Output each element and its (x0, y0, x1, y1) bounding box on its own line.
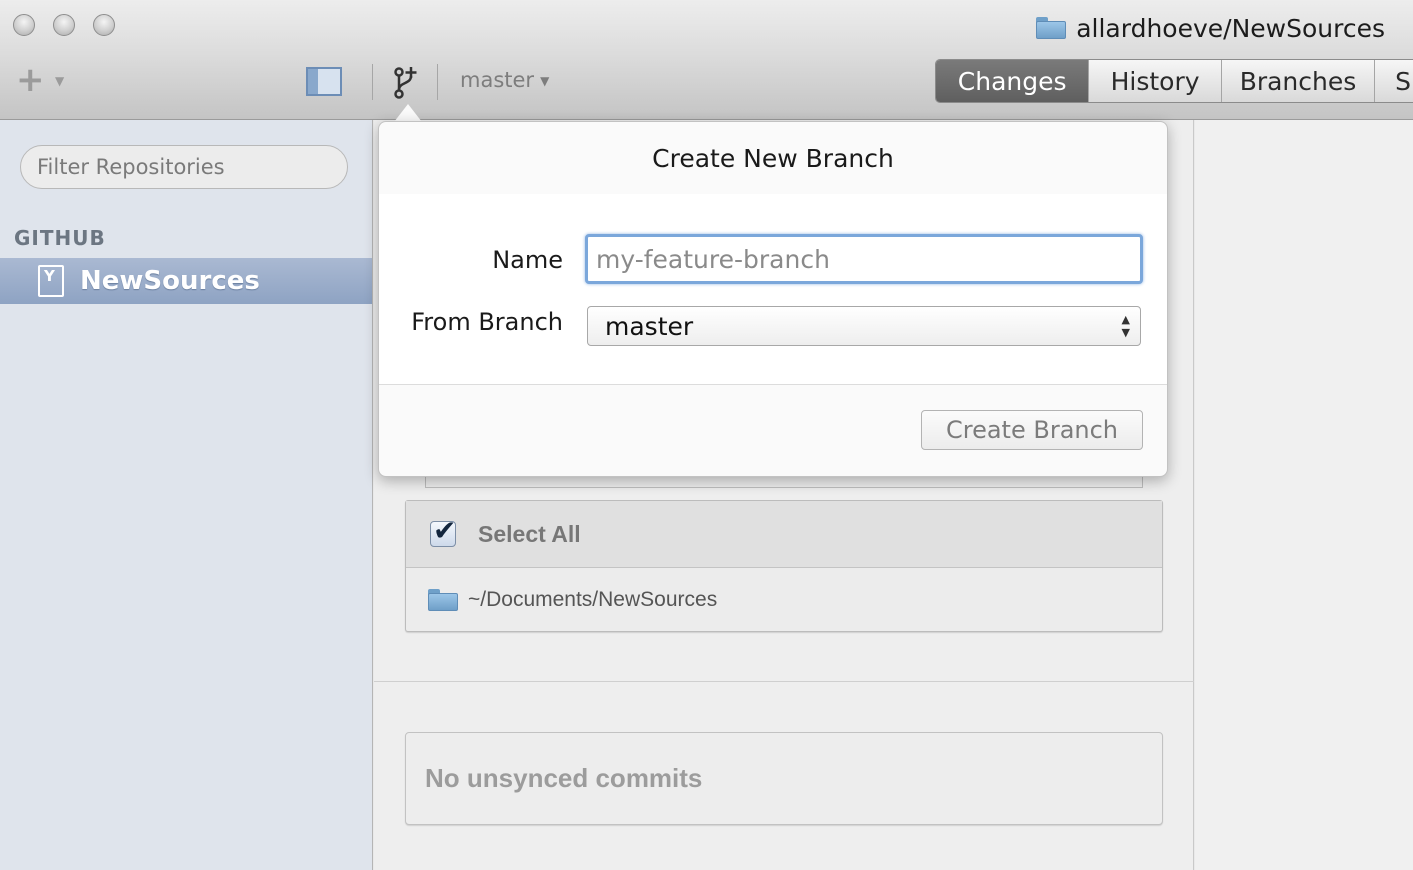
folder-icon (428, 589, 458, 611)
select-all-checkbox[interactable] (430, 514, 456, 547)
tab-branches[interactable]: Branches (1222, 60, 1376, 102)
name-label: Name (492, 246, 563, 274)
sidebar-pane-icon (308, 69, 318, 94)
toggle-sidebar-button[interactable] (306, 67, 342, 96)
sidebar: GITHUB NewSources (0, 120, 373, 870)
branch-name-input[interactable] (585, 234, 1143, 284)
unsynced-commits-label: No unsynced commits (425, 763, 703, 793)
sidebar-item-label: NewSources (80, 266, 260, 296)
tab-settings[interactable]: S (1375, 60, 1413, 102)
unsynced-commits-box: No unsynced commits (405, 732, 1163, 825)
select-all-row[interactable]: Select All (406, 501, 1162, 568)
filter-repositories-input[interactable] (20, 145, 348, 189)
repo-title-text: allardhoeve/NewSources (1076, 13, 1385, 43)
folder-icon (1036, 17, 1067, 39)
branch-icon[interactable] (392, 64, 422, 100)
popover-form: Name From Branch master ▲▼ (379, 194, 1167, 385)
detail-panel (1195, 120, 1413, 870)
window-toolbar: allardhoeve/NewSources + ▼ master ▼ Chang… (0, 0, 1413, 120)
close-window-button[interactable] (13, 14, 35, 36)
changed-files-list: Select All ~/Documents/NewSources (405, 500, 1163, 632)
from-branch-value: master (605, 311, 694, 341)
select-all-label: Select All (478, 520, 581, 547)
zoom-window-button[interactable] (93, 14, 115, 36)
repository-icon (38, 265, 64, 297)
file-path: ~/Documents/NewSources (468, 588, 718, 611)
tab-changes[interactable]: Changes (936, 60, 1090, 102)
toolbar-divider (372, 64, 373, 100)
popover-title: Create New Branch (379, 122, 1167, 195)
tab-history[interactable]: History (1089, 60, 1222, 102)
popover-arrow (394, 104, 422, 122)
from-branch-select[interactable]: master ▲ ▼ (587, 306, 1141, 346)
create-branch-popover: Create New Branch Name From Branch maste… (378, 121, 1168, 477)
view-tabs: Changes History Branches S (935, 59, 1413, 103)
branch-selector[interactable]: master ▼ (460, 68, 549, 92)
add-repository-button[interactable]: + (16, 63, 45, 97)
chevron-down-icon[interactable]: ▼ (55, 74, 64, 88)
toolbar-divider (437, 64, 438, 100)
sidebar-item-newsources[interactable]: NewSources (0, 258, 372, 304)
chevron-down-icon: ▼ (540, 74, 550, 88)
from-branch-label: From Branch (411, 308, 563, 336)
sidebar-section-github: GITHUB (14, 226, 106, 250)
create-branch-button[interactable]: Create Branch (921, 410, 1143, 450)
minimize-window-button[interactable] (53, 14, 75, 36)
window-title: allardhoeve/NewSources (1036, 8, 1385, 48)
list-item[interactable]: ~/Documents/NewSources (406, 568, 1162, 632)
updown-arrows-icon: ▲ ▼ (1121, 313, 1130, 339)
divider (374, 681, 1194, 682)
branch-selector-label: master (460, 68, 535, 92)
